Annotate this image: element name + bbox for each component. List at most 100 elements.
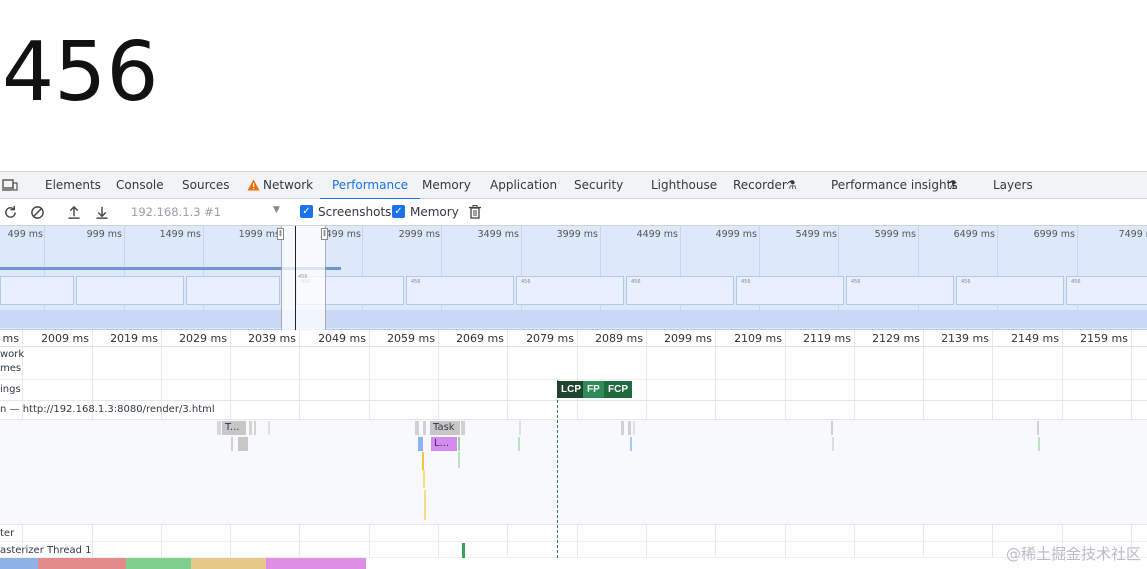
- memory-label: Memory: [410, 205, 459, 219]
- task-block[interactable]: [831, 421, 833, 435]
- timeline-overview[interactable]: 499 ms 999 ms 1499 ms 1999 ms 2499 ms 29…: [0, 226, 1147, 330]
- screenshot-thumbnail[interactable]: 456: [956, 276, 1064, 305]
- event-block[interactable]: [418, 437, 423, 451]
- overview-selection[interactable]: 456: [281, 226, 326, 330]
- tab-sources[interactable]: Sources: [182, 172, 229, 199]
- ruler-tick: 2159 ms: [1080, 332, 1128, 345]
- ruler-tick: 2079 ms: [526, 332, 574, 345]
- screenshot-thumbnail[interactable]: [186, 276, 280, 305]
- task-block[interactable]: [238, 437, 248, 451]
- script-block[interactable]: [458, 452, 460, 468]
- overview-tick: 3499 ms: [477, 229, 519, 240]
- task-block[interactable]: [1037, 421, 1039, 435]
- task-block[interactable]: [633, 421, 635, 435]
- memory-checkbox[interactable]: ✓: [392, 205, 405, 218]
- screenshot-thumbnail[interactable]: 456: [736, 276, 844, 305]
- track-timings-label[interactable]: ings: [0, 384, 21, 395]
- script-block[interactable]: [423, 470, 425, 488]
- selection-right-handle[interactable]: ‖: [321, 228, 328, 240]
- script-block[interactable]: [424, 490, 426, 520]
- tab-lighthouse[interactable]: Lighthouse: [651, 172, 717, 199]
- track-raster-thread-label[interactable]: asterizer Thread 1: [0, 545, 92, 556]
- tab-layers[interactable]: Layers: [993, 172, 1033, 199]
- screenshot-thumbnail[interactable]: [0, 276, 74, 305]
- fp-badge[interactable]: FP: [583, 381, 604, 398]
- overview-tick: 2999 ms: [398, 229, 440, 240]
- overview-tick: 6999 ms: [1033, 229, 1075, 240]
- legend-chip: [266, 558, 366, 569]
- task-block[interactable]: [423, 421, 426, 435]
- screenshots-checkbox[interactable]: ✓: [300, 205, 313, 218]
- chevron-down-icon[interactable]: ▼: [273, 205, 280, 215]
- fcp-badge[interactable]: FCP: [604, 381, 632, 398]
- raster-block[interactable]: [462, 543, 465, 558]
- ruler-tick: 2019 ms: [110, 332, 158, 345]
- task-block[interactable]: [415, 421, 419, 435]
- tab-performance-insights[interactable]: Performance insights: [831, 172, 958, 199]
- task-block[interactable]: [249, 421, 252, 435]
- screenshot-thumbnail[interactable]: 456: [846, 276, 954, 305]
- legend-chip: [126, 558, 191, 569]
- task-block[interactable]: [268, 421, 270, 435]
- screenshot-thumbnail[interactable]: 456: [626, 276, 734, 305]
- task-block[interactable]: [628, 421, 631, 435]
- task-block[interactable]: [461, 421, 465, 435]
- overview-tick: 499 ms: [7, 229, 43, 240]
- tab-elements[interactable]: Elements: [45, 172, 101, 199]
- task-block[interactable]: [231, 437, 233, 451]
- flask-icon: ⚗: [786, 178, 797, 192]
- screenshot-thumbnail[interactable]: 456: [1066, 276, 1147, 305]
- overview-tick: 4499 ms: [636, 229, 678, 240]
- track-raster: [0, 524, 1147, 542]
- event-block[interactable]: [1038, 437, 1040, 451]
- ruler-tick: 2139 ms: [941, 332, 989, 345]
- watermark: @稀土掘金技术社区: [1005, 545, 1141, 563]
- lcp-badge[interactable]: LCP: [557, 381, 585, 398]
- track-raster-label[interactable]: ter: [0, 528, 14, 539]
- screenshot-thumbnail[interactable]: [76, 276, 184, 305]
- task-block[interactable]: T...: [222, 421, 246, 435]
- task-block[interactable]: [217, 421, 221, 435]
- ruler-tick: 2009 ms: [41, 332, 89, 345]
- task-block[interactable]: [621, 421, 624, 435]
- track-main-label[interactable]: n — http://192.168.1.3:8080/render/3.htm…: [0, 404, 215, 415]
- overview-tick: 999 ms: [86, 229, 122, 240]
- task-block[interactable]: Task: [430, 421, 460, 435]
- tab-recorder[interactable]: Recorder: [733, 172, 787, 199]
- layout-block[interactable]: L...: [431, 437, 457, 451]
- tab-console[interactable]: Console: [116, 172, 164, 199]
- ruler-tick: 2109 ms: [734, 332, 782, 345]
- track-network-label[interactable]: work: [0, 349, 24, 360]
- task-block[interactable]: [254, 421, 256, 435]
- reload-icon[interactable]: [1, 203, 19, 221]
- target-select[interactable]: 192.168.1.3 #1: [131, 205, 221, 219]
- overview-tick: 1499 ms: [159, 229, 201, 240]
- task-block[interactable]: [519, 421, 521, 435]
- event-block[interactable]: [630, 437, 632, 451]
- screenshot-thumbnail[interactable]: 456: [516, 276, 624, 305]
- ruler-tick: 2099 ms: [664, 332, 712, 345]
- flask-icon: ⚗: [947, 178, 958, 192]
- selection-left-handle[interactable]: ‖: [277, 228, 284, 240]
- tab-network[interactable]: Network: [263, 172, 313, 199]
- tab-application[interactable]: Application: [490, 172, 557, 199]
- tab-performance[interactable]: Performance: [319, 172, 421, 200]
- screenshot-thumbnail[interactable]: 456: [406, 276, 514, 305]
- ruler-tick: 2029 ms: [179, 332, 227, 345]
- ruler-tick: 2089 ms: [595, 332, 643, 345]
- device-toggle-icon[interactable]: [2, 176, 18, 194]
- tab-security[interactable]: Security: [574, 172, 623, 199]
- upload-icon[interactable]: [65, 203, 83, 221]
- devtools-tabbar: Elements Console Sources Network Perform…: [0, 171, 1147, 200]
- main-flame-area[interactable]: [0, 420, 1147, 524]
- task-block[interactable]: [832, 437, 834, 451]
- script-block[interactable]: [422, 452, 424, 470]
- trash-icon[interactable]: [466, 203, 484, 221]
- track-frames-label[interactable]: mes: [0, 363, 21, 374]
- clear-icon[interactable]: [28, 203, 46, 221]
- time-cursor: [295, 226, 296, 330]
- event-block[interactable]: [458, 437, 460, 451]
- event-block[interactable]: [518, 437, 520, 451]
- tab-memory[interactable]: Memory: [422, 172, 471, 199]
- download-icon[interactable]: [93, 203, 111, 221]
